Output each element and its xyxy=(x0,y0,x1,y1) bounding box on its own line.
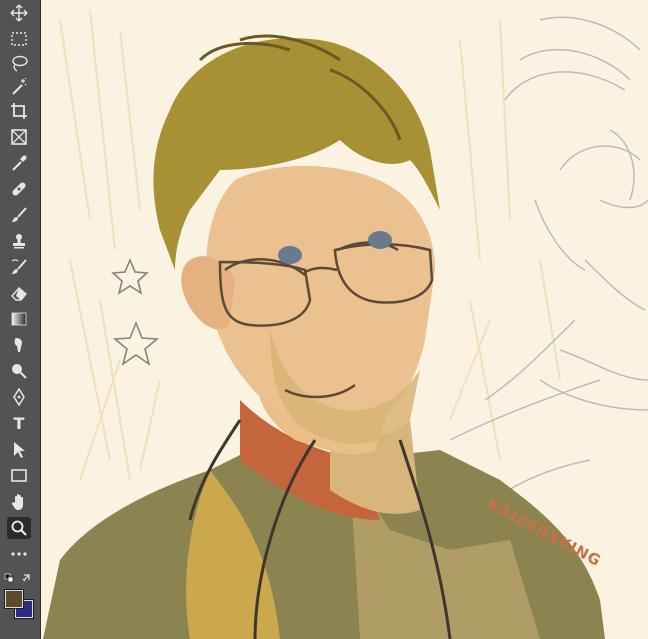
frame-tool[interactable] xyxy=(7,126,31,148)
brush-tool[interactable] xyxy=(7,204,31,226)
crop-tool[interactable] xyxy=(7,100,31,122)
history-brush-tool[interactable] xyxy=(7,256,31,278)
gradient-icon xyxy=(11,312,27,326)
eraser-tool[interactable] xyxy=(7,282,31,304)
zoom-tool[interactable] xyxy=(7,517,31,539)
gradient-tool[interactable] xyxy=(7,308,31,330)
smudge-tool[interactable] xyxy=(7,334,31,356)
document-canvas[interactable]: KAIZERXKING xyxy=(41,0,648,639)
rectangle-icon xyxy=(11,469,27,482)
magic-wand-tool[interactable] xyxy=(7,76,31,98)
move-tool[interactable] xyxy=(7,2,31,24)
rect-marquee-icon xyxy=(11,32,27,46)
magic-wand-icon xyxy=(12,78,27,95)
ellipsis-icon xyxy=(11,552,27,556)
history-brush-icon xyxy=(11,259,27,274)
arrow-icon xyxy=(14,442,25,458)
eyedropper-tool[interactable] xyxy=(7,152,31,174)
type-icon: T xyxy=(13,414,25,433)
default-colors-icon[interactable] xyxy=(4,572,36,586)
zoom-icon xyxy=(11,520,27,536)
brush-icon xyxy=(12,207,27,222)
pen-icon xyxy=(13,388,25,406)
lasso-tool[interactable] xyxy=(7,52,31,74)
hand-icon xyxy=(11,494,23,510)
more-tools[interactable] xyxy=(7,543,31,565)
path-selection-tool[interactable] xyxy=(7,439,31,461)
clone-stamp-tool[interactable] xyxy=(7,230,31,252)
stamp-icon xyxy=(13,234,25,249)
hand-tool[interactable] xyxy=(7,491,31,513)
dodge-icon xyxy=(12,364,27,379)
lasso-icon xyxy=(12,55,28,72)
type-tool[interactable]: T xyxy=(7,413,31,435)
color-mode-controls xyxy=(4,571,36,585)
bandage-icon xyxy=(12,182,26,196)
tools-panel: T xyxy=(0,0,41,639)
pen-tool[interactable] xyxy=(7,386,31,408)
frame-icon xyxy=(11,129,27,145)
eraser-icon xyxy=(11,287,27,301)
eyedropper-icon xyxy=(12,155,27,171)
dodge-tool[interactable] xyxy=(7,360,31,382)
foreground-color-swatch[interactable] xyxy=(4,589,24,609)
smudge-icon xyxy=(14,338,22,352)
move-icon xyxy=(10,4,28,22)
shape-tool[interactable] xyxy=(7,465,31,487)
marquee-tool[interactable] xyxy=(7,28,31,50)
healing-brush-tool[interactable] xyxy=(7,178,31,200)
crop-icon xyxy=(11,103,27,119)
